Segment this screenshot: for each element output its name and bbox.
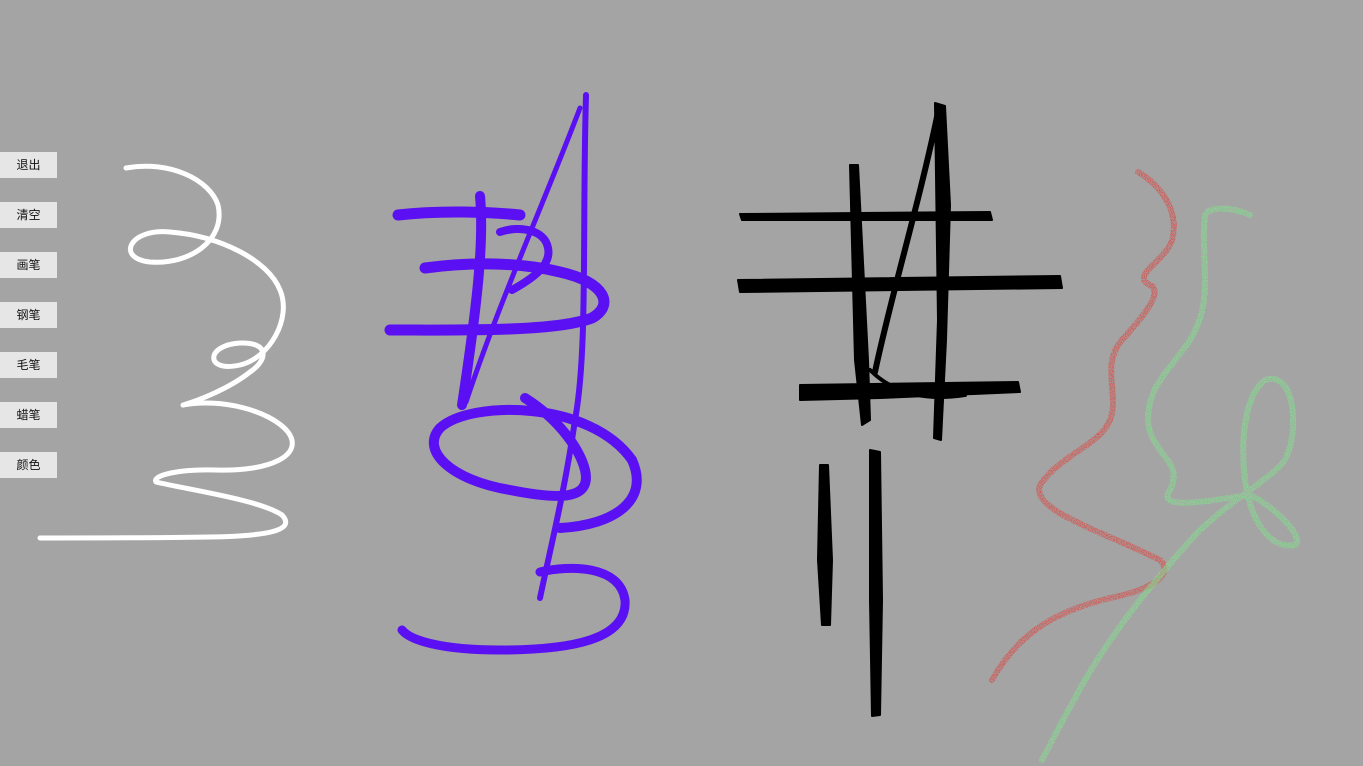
crayon-stroke-green (1039, 205, 1301, 763)
calligraphy-strokes (737, 102, 1063, 717)
exit-button[interactable]: 退出 (0, 152, 57, 178)
crayon-tool-button[interactable]: 蜡笔 (0, 402, 57, 428)
clear-button[interactable]: 清空 (0, 202, 57, 228)
pen-tool-button[interactable]: 钢笔 (0, 302, 57, 328)
brush-tool-button[interactable]: 画笔 (0, 252, 57, 278)
calligraphy-tool-button[interactable]: 毛笔 (0, 352, 57, 378)
tool-sidebar: 退出 清空 画笔 钢笔 毛笔 蜡笔 颜色 (0, 152, 57, 502)
color-picker-button[interactable]: 颜色 (0, 452, 57, 478)
pen-strokes (384, 92, 642, 655)
canvas-svg (37, 92, 1301, 763)
brush-stroke (37, 163, 295, 541)
drawing-canvas[interactable] (0, 0, 1363, 766)
